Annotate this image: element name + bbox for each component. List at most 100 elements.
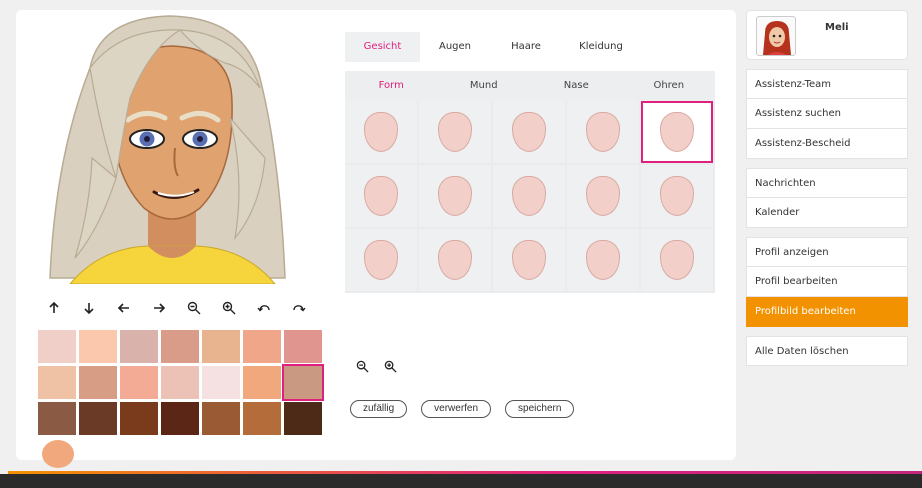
face-shape-option[interactable] bbox=[419, 229, 491, 291]
color-swatch[interactable] bbox=[79, 366, 117, 399]
sidebar-item-assistenz-suchen[interactable]: Assistenz suchen bbox=[746, 99, 908, 129]
color-swatch[interactable] bbox=[284, 402, 322, 435]
face-shape-icon bbox=[438, 240, 472, 280]
subtab-ohren[interactable]: Ohren bbox=[623, 71, 716, 101]
face-shape-option[interactable] bbox=[345, 101, 417, 163]
face-shape-icon bbox=[512, 176, 546, 216]
arrow-down-button[interactable] bbox=[71, 291, 106, 325]
face-shape-option[interactable] bbox=[567, 229, 639, 291]
sidebar-item-kalender[interactable]: Kalender bbox=[746, 198, 908, 228]
tab-gesicht[interactable]: Gesicht bbox=[345, 32, 420, 62]
subtab-form[interactable]: Form bbox=[345, 71, 438, 101]
color-swatch[interactable] bbox=[161, 366, 199, 399]
color-swatch[interactable] bbox=[38, 330, 76, 363]
color-swatch[interactable] bbox=[161, 402, 199, 435]
undo-icon bbox=[256, 305, 270, 312]
arrow-up-button[interactable] bbox=[36, 291, 71, 325]
color-swatch[interactable] bbox=[120, 330, 158, 363]
menu-group: Alle Daten löschen bbox=[746, 336, 908, 366]
color-swatch[interactable] bbox=[243, 330, 281, 363]
face-shape-option[interactable] bbox=[493, 165, 565, 227]
discard-button[interactable]: verwerfen bbox=[421, 400, 492, 418]
face-shape-icon bbox=[586, 176, 620, 216]
user-avatar-image bbox=[763, 21, 791, 55]
face-shape-icon bbox=[512, 240, 546, 280]
face-shape-option[interactable] bbox=[419, 165, 491, 227]
face-shape-option[interactable] bbox=[641, 165, 713, 227]
color-swatch[interactable] bbox=[282, 364, 324, 401]
color-swatch[interactable] bbox=[38, 366, 76, 399]
arrow-right-button[interactable] bbox=[141, 291, 176, 325]
category-tabs: Gesicht Augen Haare Kleidung bbox=[345, 32, 640, 62]
sidebar-item-profil-anzeigen[interactable]: Profil anzeigen bbox=[746, 237, 908, 267]
color-swatch[interactable] bbox=[120, 402, 158, 435]
face-shape-option[interactable] bbox=[345, 229, 417, 291]
zoom-out-button[interactable] bbox=[176, 291, 211, 325]
user-card[interactable]: Meli bbox=[746, 10, 908, 60]
color-swatch[interactable] bbox=[79, 330, 117, 363]
subtab-mund[interactable]: Mund bbox=[438, 71, 531, 101]
face-shape-option[interactable] bbox=[567, 165, 639, 227]
user-name: Meli bbox=[825, 22, 849, 33]
face-shape-option[interactable] bbox=[345, 165, 417, 227]
preview-zoom-in-button[interactable] bbox=[376, 352, 404, 380]
face-shape-icon bbox=[364, 112, 398, 152]
preview-zoom-out-button[interactable] bbox=[348, 352, 376, 380]
arrow-right-icon bbox=[153, 303, 165, 313]
avatar bbox=[756, 16, 796, 56]
face-shape-icon bbox=[512, 112, 546, 152]
face-shape-icon bbox=[364, 176, 398, 216]
color-swatch[interactable] bbox=[284, 330, 322, 363]
face-shape-icon bbox=[660, 112, 694, 152]
face-shape-icon bbox=[438, 176, 472, 216]
arrow-up-icon bbox=[48, 301, 59, 313]
face-shape-option[interactable] bbox=[567, 101, 639, 163]
tab-augen[interactable]: Augen bbox=[420, 32, 490, 62]
color-swatch[interactable] bbox=[38, 402, 76, 435]
face-shape-icon bbox=[586, 112, 620, 152]
color-swatch[interactable] bbox=[79, 402, 117, 435]
sidebar-item-nachrichten[interactable]: Nachrichten bbox=[746, 168, 908, 198]
color-swatch[interactable] bbox=[202, 366, 240, 399]
face-shape-option[interactable] bbox=[419, 101, 491, 163]
tab-haare[interactable]: Haare bbox=[490, 32, 562, 62]
face-shape-icon bbox=[364, 240, 398, 280]
undo-button[interactable] bbox=[246, 291, 281, 325]
arrow-down-icon bbox=[83, 303, 94, 315]
random-button[interactable]: zufällig bbox=[350, 400, 408, 418]
color-swatch[interactable] bbox=[202, 402, 240, 435]
sidebar-item-profil-bearbeiten[interactable]: Profil bearbeiten bbox=[746, 267, 908, 297]
sidebar-menu: Assistenz-Team Assistenz suchen Assistenz-… bbox=[746, 69, 908, 366]
face-shape-grid bbox=[345, 101, 715, 293]
color-swatch[interactable] bbox=[243, 366, 281, 399]
face-shape-option[interactable] bbox=[641, 229, 713, 291]
face-shape-option[interactable] bbox=[493, 229, 565, 291]
tab-kleidung[interactable]: Kleidung bbox=[562, 32, 640, 62]
color-swatch[interactable] bbox=[120, 366, 158, 399]
save-button[interactable]: speichern bbox=[505, 400, 575, 418]
color-swatch[interactable] bbox=[243, 402, 281, 435]
sidebar-item-assistenz-team[interactable]: Assistenz-Team bbox=[746, 69, 908, 99]
color-swatch[interactable] bbox=[202, 330, 240, 363]
arrow-left-icon bbox=[117, 303, 129, 313]
preview-zoom-controls bbox=[348, 352, 404, 380]
sidebar-item-profilbild-bearbeiten[interactable]: Profilbild bearbeiten bbox=[746, 297, 908, 327]
redo-icon bbox=[292, 305, 306, 312]
sidebar-item-alle-daten-löschen[interactable]: Alle Daten löschen bbox=[746, 336, 908, 366]
subtab-nase[interactable]: Nase bbox=[530, 71, 623, 101]
face-shape-option[interactable] bbox=[493, 101, 565, 163]
face-shape-icon bbox=[438, 112, 472, 152]
redo-button[interactable] bbox=[281, 291, 316, 325]
face-shape-icon bbox=[586, 240, 620, 280]
zoom-in-button[interactable] bbox=[211, 291, 246, 325]
face-shape-icon bbox=[660, 240, 694, 280]
color-swatch[interactable] bbox=[161, 330, 199, 363]
color-swatch-round[interactable] bbox=[42, 440, 74, 468]
sidebar-item-assistenz-bescheid[interactable]: Assistenz-Bescheid bbox=[746, 129, 908, 159]
feature-subtabs: Form Mund Nase Ohren bbox=[345, 71, 715, 101]
face-shape-option[interactable] bbox=[641, 101, 713, 163]
menu-group: Profil anzeigen Profil bearbeiten Profilbi… bbox=[746, 237, 908, 327]
arrow-left-button[interactable] bbox=[106, 291, 141, 325]
zoom-in-icon bbox=[222, 301, 235, 315]
sidebar: Meli Assistenz-Team Assistenz suchen Assis… bbox=[746, 10, 908, 366]
